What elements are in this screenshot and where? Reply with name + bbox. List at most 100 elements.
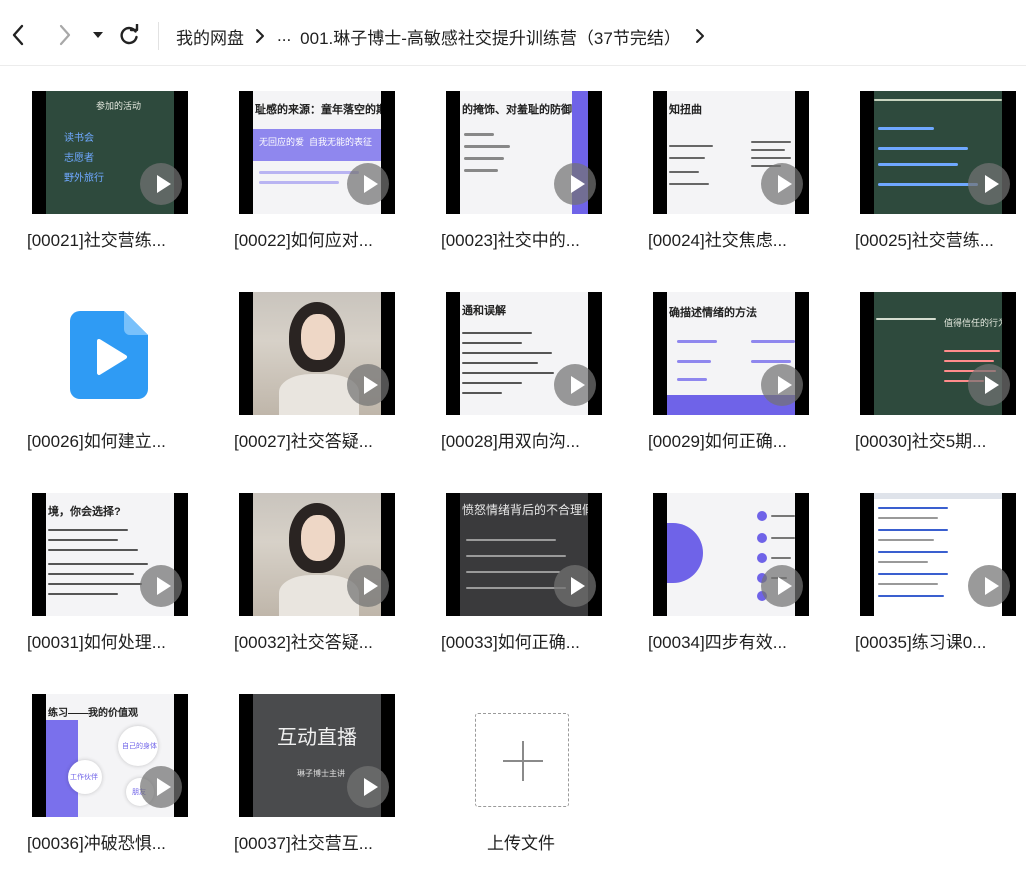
play-icon <box>761 163 803 205</box>
video-file-tile[interactable]: 值得信任的行为 [00030]社交5期... <box>853 292 1026 482</box>
chevron-right-icon[interactable] <box>695 28 705 44</box>
thumbnail-text: 参加的活动 <box>96 101 142 111</box>
video-file-tile[interactable]: 通和误解 [00028]用双向沟... <box>439 292 629 482</box>
file-name: [00031]如何处理... <box>27 633 166 652</box>
video-thumbnail: 愤怒情绪背后的不合理假设 <box>446 493 602 616</box>
thumbnail-text: 志愿者 <box>64 153 94 164</box>
upload-file-button[interactable] <box>475 713 569 807</box>
video-thumbnail: 互动直播 琳子博士主讲 <box>239 694 395 817</box>
video-thumbnail: 值得信任的行为 <box>860 292 1016 415</box>
video-file-tile[interactable]: 知扭曲 [00024]社交焦虑... <box>646 91 836 281</box>
thumbnail-text: 确描述情绪的方法 <box>669 307 757 319</box>
video-file-tile[interactable]: 确描述情绪的方法 [00029]如何正确... <box>646 292 836 482</box>
play-icon <box>554 364 596 406</box>
file-name: [00029]如何正确... <box>648 432 787 451</box>
breadcrumb-root[interactable]: 我的网盘 <box>176 24 244 49</box>
breadcrumb-ellipsis[interactable]: ... <box>277 26 291 46</box>
video-thumbnail: 境，你会选择? <box>32 493 188 616</box>
thumbnail-text: 通和误解 <box>462 305 506 317</box>
video-thumbnail: 通和误解 <box>446 292 602 415</box>
video-file-tile[interactable]: 耻感的来源：童年落空的期待 无回应的爱 自我无能的表征 [00022]如何应对.… <box>232 91 422 281</box>
video-file-icon <box>70 311 148 399</box>
file-name: [00026]如何建立... <box>27 432 166 451</box>
thumbnail-text: 互动直播 <box>277 727 357 749</box>
video-thumbnail: 确描述情绪的方法 <box>653 292 809 415</box>
video-file-tile[interactable]: 境，你会选择? [00031]如何处理... <box>25 493 215 683</box>
chevron-right-icon <box>255 28 265 44</box>
history-dropdown-button[interactable] <box>86 20 110 50</box>
toolbar-divider <box>158 22 159 50</box>
back-button[interactable] <box>4 20 32 50</box>
video-file-tile[interactable]: 的掩饰、对羞耻的防御 [00023]社交中的... <box>439 91 629 281</box>
thumbnail-text: 的掩饰、对羞耻的防御 <box>462 104 572 116</box>
thumbnail-text: 耻感的来源：童年落空的期待 <box>255 104 381 116</box>
file-name: [00021]社交营练... <box>27 231 166 250</box>
video-thumbnail: 的掩饰、对羞耻的防御 <box>446 91 602 214</box>
forward-button[interactable] <box>51 20 79 50</box>
file-name: [00030]社交5期... <box>855 432 987 451</box>
refresh-button[interactable] <box>115 20 143 50</box>
file-name: [00024]社交焦虑... <box>648 231 787 250</box>
thumbnail-text: 值得信任的行为 <box>944 318 1002 328</box>
play-icon <box>140 565 182 607</box>
thumbnail-text: 愤怒情绪背后的不合理假设 <box>462 503 588 517</box>
play-icon <box>554 163 596 205</box>
video-thumbnail <box>239 292 395 415</box>
video-file-tile[interactable]: 练习——我的价值观 工作伙伴 自己的身体 朋友 [00036]冲破恐惧... <box>25 694 215 884</box>
thumbnail-text: 野外旅行 <box>64 173 104 184</box>
caret-down-icon <box>93 32 103 38</box>
file-name: [00034]四步有效... <box>648 633 787 652</box>
video-file-tile[interactable]: [00027]社交答疑... <box>232 292 422 482</box>
play-icon <box>761 364 803 406</box>
play-icon <box>968 163 1010 205</box>
upload-file-label[interactable]: 上传文件 <box>487 829 555 854</box>
video-file-tile[interactable]: [00026]如何建立... <box>25 292 215 482</box>
file-name: [00022]如何应对... <box>234 231 373 250</box>
file-name: [00037]社交营互... <box>234 834 373 853</box>
video-file-tile[interactable]: [00025]社交营练... <box>853 91 1026 281</box>
video-thumbnail: 练习——我的价值观 工作伙伴 自己的身体 朋友 <box>32 694 188 817</box>
play-icon <box>347 163 389 205</box>
file-name: [00032]社交答疑... <box>234 633 373 652</box>
thumbnail-text: 自我无能的表征 <box>309 137 373 147</box>
play-icon <box>554 565 596 607</box>
thumbnail-text: 无回应的爱 <box>259 137 305 147</box>
play-icon <box>140 766 182 808</box>
video-thumbnail: 耻感的来源：童年落空的期待 无回应的爱 自我无能的表征 <box>239 91 395 214</box>
thumbnail-text: 练习——我的价值观 <box>48 708 138 719</box>
breadcrumb: 我的网盘 ... 001.琳子博士-高敏感社交提升训练营（37节完结） <box>176 22 717 50</box>
thumbnail-text: 琳子博士主讲 <box>297 769 345 778</box>
video-file-tile[interactable]: [00032]社交答疑... <box>232 493 422 683</box>
play-icon <box>347 766 389 808</box>
thumbnail-text: 知扭曲 <box>669 104 702 116</box>
chevron-right-icon <box>59 24 71 46</box>
video-file-tile[interactable]: 参加的活动 读书会 志愿者 野外旅行 [00021]社交营练... <box>25 91 215 281</box>
thumbnail-text: 读书会 <box>64 133 94 144</box>
breadcrumb-current-folder[interactable]: 001.琳子博士-高敏感社交提升训练营（37节完结） <box>300 24 681 49</box>
file-name: [00035]练习课0... <box>855 633 987 652</box>
video-thumbnail <box>239 493 395 616</box>
top-bar: 我的网盘 ... 001.琳子博士-高敏感社交提升训练营（37节完结） <box>0 0 1026 66</box>
video-thumbnail: 知扭曲 <box>653 91 809 214</box>
video-file-tile[interactable]: [00034]四步有效... <box>646 493 836 683</box>
chevron-left-icon <box>12 24 24 46</box>
video-file-tile[interactable]: [00035]练习课0... <box>853 493 1026 683</box>
thumbnail-text: 自己的身体 <box>122 743 157 750</box>
play-icon <box>347 364 389 406</box>
file-name: [00025]社交营练... <box>855 231 994 250</box>
play-icon <box>968 364 1010 406</box>
play-icon <box>347 565 389 607</box>
play-icon <box>140 163 182 205</box>
thumbnail-text: 工作伙伴 <box>70 774 98 781</box>
refresh-icon <box>120 24 139 45</box>
play-icon <box>761 565 803 607</box>
file-name: [00028]用双向沟... <box>441 432 580 451</box>
video-thumbnail <box>860 91 1016 214</box>
video-file-tile[interactable]: 愤怒情绪背后的不合理假设 [00033]如何正确... <box>439 493 629 683</box>
file-name: [00027]社交答疑... <box>234 432 373 451</box>
video-file-tile[interactable]: 互动直播 琳子博士主讲 [00037]社交营互... <box>232 694 422 884</box>
video-thumbnail <box>653 493 809 616</box>
file-name: [00036]冲破恐惧... <box>27 834 166 853</box>
thumbnail-text: 境，你会选择? <box>48 506 121 518</box>
file-name: [00023]社交中的... <box>441 231 580 250</box>
